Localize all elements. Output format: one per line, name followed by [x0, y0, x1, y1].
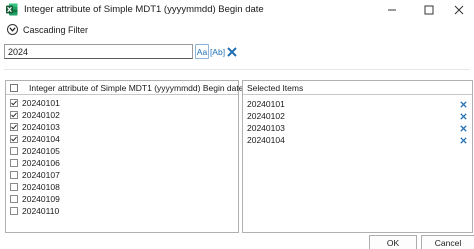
cancel-button[interactable]: Cancel — [421, 235, 474, 249]
minimize-button[interactable] — [377, 0, 407, 20]
selected-item-label: 20240101 — [247, 99, 285, 109]
available-items-panel: Integer attribute of Simple MDT1 (yyyymm… — [5, 80, 243, 233]
selected-item: 20240103 — [243, 122, 472, 134]
close-icon — [454, 5, 464, 15]
list-item[interactable]: 20240108 — [6, 181, 238, 193]
title-bar: Integer attribute of Simple MDT1 (yyyymm… — [0, 0, 474, 20]
divider — [4, 69, 470, 70]
checkmark-icon — [11, 124, 17, 130]
item-label: 20240106 — [22, 158, 60, 168]
list-item[interactable]: 20240105 — [6, 145, 238, 157]
remove-item-button[interactable] — [458, 122, 468, 134]
clear-search-button[interactable] — [225, 44, 239, 59]
selected-item: 20240101 — [243, 98, 472, 110]
close-button[interactable] — [444, 0, 474, 20]
cascading-filter-label: Cascading Filter — [23, 24, 89, 35]
match-case-button[interactable]: Aa — [195, 44, 209, 59]
list-item[interactable]: 20240107 — [6, 169, 238, 181]
ok-button[interactable]: OK — [369, 235, 417, 249]
item-checkbox[interactable] — [10, 195, 18, 203]
remove-item-button[interactable] — [458, 110, 468, 122]
item-label: 20240104 — [22, 134, 60, 144]
whole-word-button[interactable]: [Ab] — [210, 44, 225, 59]
list-item[interactable]: 20240110 — [6, 205, 238, 217]
item-checkbox[interactable] — [10, 159, 18, 167]
item-checkbox[interactable] — [10, 99, 18, 107]
selected-item: 20240102 — [243, 110, 472, 122]
selected-items-panel: Selected Items 20240101 20240102 20240103 2… — [242, 80, 473, 233]
selected-item-label: 20240104 — [247, 135, 285, 145]
item-checkbox[interactable] — [10, 147, 18, 155]
window-title: Integer attribute of Simple MDT1 (yyyymm… — [24, 4, 264, 15]
close-icon — [459, 112, 467, 120]
column-header: Integer attribute of Simple MDT1 (yyyymm… — [29, 83, 244, 93]
remove-item-button[interactable] — [458, 134, 468, 146]
item-label: 20240103 — [22, 122, 60, 132]
selected-item-label: 20240103 — [247, 123, 285, 133]
chevron-down-icon — [7, 24, 18, 35]
list-item[interactable]: 20240103 — [6, 121, 238, 133]
item-checkbox[interactable] — [10, 123, 18, 131]
selected-items-header: Selected Items — [243, 81, 472, 95]
close-icon — [459, 100, 467, 108]
close-icon — [459, 136, 467, 144]
remove-item-button[interactable] — [458, 98, 468, 110]
item-label: 20240110 — [22, 206, 60, 216]
list-item[interactable]: 20240109 — [6, 193, 238, 205]
item-label: 20240108 — [22, 182, 60, 192]
item-checkbox[interactable] — [10, 207, 18, 215]
item-label: 20240109 — [22, 194, 60, 204]
item-checkbox[interactable] — [10, 111, 18, 119]
item-label: 20240102 — [22, 110, 60, 120]
selected-item-label: 20240102 — [247, 111, 285, 121]
cascading-filter-toggle[interactable]: Cascading Filter — [7, 24, 88, 35]
excel-icon — [6, 3, 18, 16]
item-checkbox[interactable] — [10, 183, 18, 191]
list-item[interactable]: 20240104 — [6, 133, 238, 145]
select-all-checkbox[interactable] — [10, 84, 18, 92]
item-label: 20240107 — [22, 170, 60, 180]
checkmark-icon — [11, 112, 17, 118]
item-label: 20240105 — [22, 146, 60, 156]
selected-item: 20240104 — [243, 134, 472, 146]
list-item[interactable]: 20240102 — [6, 109, 238, 121]
minimize-icon — [388, 9, 396, 11]
checkmark-icon — [11, 136, 17, 142]
checkmark-icon — [11, 100, 17, 106]
maximize-button[interactable] — [414, 0, 444, 20]
maximize-icon — [424, 5, 434, 15]
list-item[interactable]: 20240101 — [6, 97, 238, 109]
item-label: 20240101 — [22, 98, 60, 108]
selected-items-title: Selected Items — [247, 83, 304, 93]
search-input[interactable] — [4, 44, 193, 59]
item-checkbox[interactable] — [10, 171, 18, 179]
list-item[interactable]: 20240106 — [6, 157, 238, 169]
close-icon — [459, 124, 467, 132]
close-icon — [227, 46, 237, 57]
item-checkbox[interactable] — [10, 135, 18, 143]
available-items-header: Integer attribute of Simple MDT1 (yyyymm… — [6, 81, 243, 95]
